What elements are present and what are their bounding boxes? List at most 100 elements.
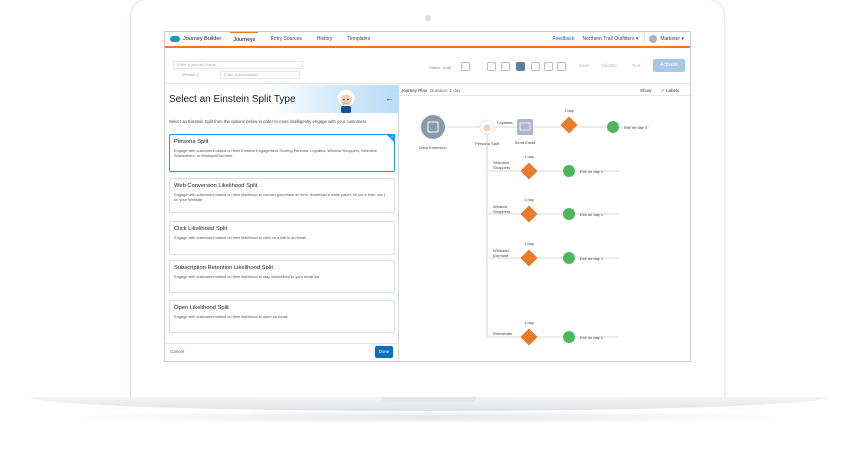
exit-label: Exit on day 1 <box>580 256 604 261</box>
branch-label-winback-2: Dormant <box>493 253 509 258</box>
persona-split-card[interactable]: Persona Split Engage with customers base… <box>169 134 395 172</box>
wait-clock-icon <box>520 328 538 346</box>
labels-label: Labels <box>666 88 680 93</box>
wait-clock-icon <box>520 162 538 180</box>
undo-icon[interactable] <box>461 62 470 71</box>
exit-node[interactable]: Exit on day 1 <box>563 331 604 343</box>
gear-icon[interactable] <box>557 62 566 71</box>
show-toggle[interactable]: Show <box>640 88 651 93</box>
cancel-button[interactable]: Cancel <box>170 349 184 354</box>
exit-criteria-icon[interactable] <box>544 62 553 71</box>
data-extension-icon <box>421 115 445 139</box>
card-description: Engage with customers based on their lik… <box>174 274 321 279</box>
back-arrow-icon[interactable]: ← <box>385 93 394 103</box>
checkmark-icon: ✓ <box>390 134 394 139</box>
copy-icon[interactable] <box>487 62 496 71</box>
data-extension-label: Data Extension <box>419 145 446 150</box>
wait-node[interactable]: 1 day <box>520 320 538 346</box>
wait-clock-icon <box>520 205 538 223</box>
exit-node[interactable]: Exit on day 1 <box>563 252 604 264</box>
journey-name-input[interactable]: Enter a journey Name <box>173 61 303 69</box>
exit-node[interactable]: Exit on day 1 <box>563 165 604 177</box>
wait-duration: 1 day <box>524 241 534 246</box>
wait-duration: 1 day <box>524 197 534 202</box>
user-menu[interactable]: Marketer ▾ <box>660 36 684 42</box>
exit-icon <box>563 165 575 177</box>
branch-label-selective-2: Shoppers <box>493 165 510 170</box>
camera <box>425 15 431 21</box>
tab-history[interactable]: History <box>314 32 336 47</box>
card-description: Engage with customers based on their Ein… <box>174 148 378 158</box>
wait-node[interactable]: 1 day <box>560 108 578 134</box>
exit-icon <box>563 331 575 343</box>
branch-label-window-2: Shoppers <box>493 209 510 214</box>
subscription-retention-split-card[interactable]: Subscription Retention Likelihood Split … <box>169 260 395 293</box>
goal-icon[interactable] <box>531 62 540 71</box>
version-select[interactable]: Version 1 <box>182 72 199 77</box>
web-conversion-split-card[interactable]: Web Conversion Likelihood Split Engage w… <box>169 178 395 213</box>
top-navigation: Journey Builder Journeys Entry Sources H… <box>165 32 690 48</box>
plan-duration: Duration: 1 day <box>430 88 461 93</box>
send-email-node[interactable]: Send Email <box>515 119 536 145</box>
wait-clock-icon <box>560 116 578 134</box>
laptop-shadow <box>60 410 797 424</box>
wait-clock-icon <box>520 249 538 267</box>
exit-node[interactable]: Exit on day 1 <box>563 208 604 220</box>
loyalists-label: Loyalists <box>497 120 513 125</box>
settings-icon[interactable] <box>501 62 510 71</box>
status-text: Status: Draft <box>429 65 452 70</box>
exit-node[interactable]: Exit on day 1 <box>607 121 648 133</box>
click-likelihood-split-card[interactable]: Click Likelihood Split Engage with custo… <box>169 221 395 255</box>
panel-footer: Cancel Done <box>165 343 399 361</box>
persona-split-node[interactable]: Persona Split Loyalists <box>475 119 513 146</box>
card-title: Open Likelihood Split <box>174 305 229 311</box>
einstein-split-panel: Select an Einstein Split Type ← Select a… <box>165 85 399 361</box>
wait-node[interactable]: 1 day <box>520 197 538 223</box>
wait-duration: 1 day <box>524 320 534 325</box>
card-title: Web Conversion Likelihood Split <box>174 183 258 189</box>
card-description: Engage with customers based on their lik… <box>174 192 386 202</box>
card-title: Subscription Retention Likelihood Split <box>174 265 273 271</box>
open-likelihood-split-card[interactable]: Open Likelihood Split Engage with custom… <box>169 300 395 333</box>
exit-icon <box>563 208 575 220</box>
card-description: Engage with customers based on their lik… <box>174 314 289 319</box>
journey-plan-bar: Journey Plan Duration: 1 day Show ✓ Labe… <box>399 85 690 96</box>
email-icon <box>517 119 533 135</box>
org-switcher[interactable]: Northern Trail Outfitters ▾ <box>583 36 639 42</box>
plan-title: Journey Plan <box>401 88 428 93</box>
validate-button[interactable]: Validate <box>601 63 617 68</box>
test-button[interactable]: Test <box>632 63 640 68</box>
panel-header: Select an Einstein Split Type ← <box>165 85 399 113</box>
card-title: Click Likelihood Split <box>174 226 228 232</box>
send-email-label: Send Email <box>515 140 536 145</box>
exit-label: Exit on day 1 <box>580 335 604 340</box>
exit-label: Exit on day 1 <box>580 212 604 217</box>
wait-duration: 1 day <box>524 154 534 159</box>
divider <box>644 34 646 44</box>
exit-icon <box>563 252 575 264</box>
edit-icon[interactable] <box>516 62 525 71</box>
cloud-logo-icon <box>170 36 180 42</box>
description-input[interactable]: Enter a description... <box>220 71 300 79</box>
tab-templates[interactable]: Templates <box>344 32 373 47</box>
feedback-link[interactable]: Feedback <box>553 36 575 42</box>
wait-node[interactable]: 1 day <box>520 241 538 267</box>
persona-split-label: Persona Split <box>475 141 500 146</box>
save-button[interactable]: Save <box>579 63 589 68</box>
card-description: Engage with customers based on their lik… <box>174 235 308 240</box>
data-extension-node[interactable]: Data Extension <box>419 115 447 150</box>
wait-node[interactable]: 1 day <box>520 154 538 180</box>
journey-canvas: Data Extension Persona Split Loyalists S… <box>399 97 690 361</box>
tab-journeys[interactable]: Journeys <box>230 32 259 47</box>
panel-title: Select an Einstein Split Type <box>169 94 296 105</box>
app-screen: Journey Builder Journeys Entry Sources H… <box>164 31 691 362</box>
labels-checkbox[interactable]: ✓ Labels <box>661 88 679 94</box>
activate-button[interactable]: Activate <box>653 59 685 72</box>
einstein-mascot-icon <box>336 88 356 113</box>
tab-entry-sources[interactable]: Entry Sources <box>267 32 304 47</box>
done-button[interactable]: Done <box>375 346 393 358</box>
exit-label: Exit on day 1 <box>624 125 648 130</box>
card-title: Persona Split <box>174 139 209 145</box>
branch-label-remainder: Remainder <box>493 331 513 336</box>
avatar[interactable] <box>649 35 658 43</box>
